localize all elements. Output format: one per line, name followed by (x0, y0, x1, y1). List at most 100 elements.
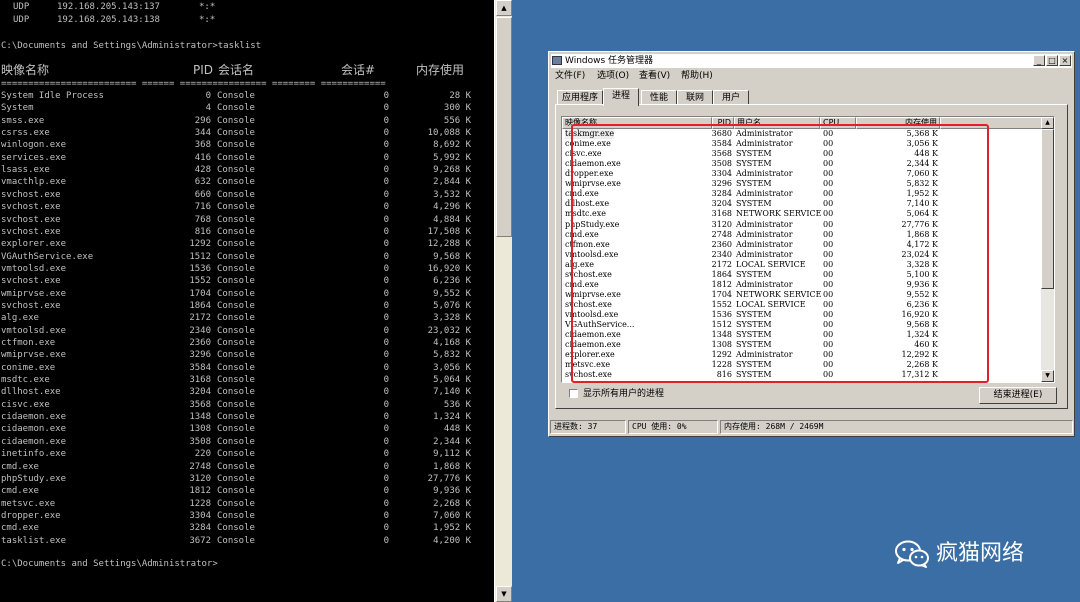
process-row[interactable]: svchost.exe 816 SYSTEM 00 17,312 K (562, 370, 1042, 380)
cell-user: NETWORK SERVICE (736, 289, 822, 299)
process-row[interactable]: cisvc.exe 3568 SYSTEM 00 448 K (562, 149, 1042, 159)
process-row[interactable]: explorer.exe 1292 Administrator 00 12,292 K (562, 350, 1042, 360)
process-row[interactable]: phpStudy.exe 3120 Administrator 00 27,776 K (562, 220, 1042, 230)
console-cell-image: winlogon.exe (1, 140, 67, 151)
column-header-mem[interactable]: 内存使用 (856, 117, 940, 129)
console-cell-mem: 9,552 K (433, 288, 471, 299)
cell-mem: 9,936 K (906, 279, 938, 289)
process-row[interactable]: dropper.exe 3304 Administrator 00 7,060 K (562, 169, 1042, 179)
console-cell-mem: 4,168 K (433, 338, 471, 348)
console-cell-mem: 9,936 K (433, 486, 471, 497)
process-row[interactable]: svchost.exe 1864 SYSTEM 00 5,100 K (562, 270, 1042, 280)
console-cell-mem: 9,568 K (433, 251, 471, 262)
list-scroll-down-arrow-icon[interactable]: ▼ (1041, 370, 1054, 382)
console-cell-mem: 5,076 K (433, 300, 471, 311)
column-header-user[interactable]: 用户名 (734, 117, 820, 129)
console-cell-session-num: 0 (383, 189, 389, 200)
process-list[interactable]: 映像名称 PID 用户名 CPU 内存使用 taskmgr.exe 3680 Adm… (561, 116, 1055, 383)
cell-pid: 3168 (711, 209, 732, 219)
process-row[interactable]: cmd.exe 2748 Administrator 00 1,868 K (562, 230, 1042, 240)
list-scroll-up-arrow-icon[interactable]: ▲ (1041, 117, 1054, 129)
console-header-row: 映像名称 PID 会话名 会话# 内存使用 (1, 62, 464, 78)
minimize-button[interactable]: _ (1033, 55, 1045, 66)
cell-cpu: 00 (823, 189, 834, 199)
process-row[interactable]: metsvc.exe 1228 SYSTEM 00 2,268 K (562, 360, 1042, 370)
cell-mem: 2,268 K (906, 360, 938, 370)
process-row[interactable]: vmtoolsd.exe 1536 SYSTEM 00 16,920 K (562, 310, 1042, 320)
maximize-button[interactable]: □ (1046, 55, 1058, 66)
console-cell-image: ctfmon.exe (1, 338, 56, 348)
process-row[interactable]: vmtoolsd.exe 2340 Administrator 00 23,024 K (562, 250, 1042, 260)
scroll-up-arrow-icon[interactable]: ▲ (496, 0, 512, 16)
console-cell-mem: 536 K (443, 399, 471, 410)
tab-processes[interactable]: 进程 (603, 88, 639, 106)
process-row[interactable]: cmd.exe 3284 Administrator 00 1,952 K (562, 189, 1042, 199)
menu-file[interactable]: 文件(F) (555, 69, 585, 83)
cell-user: Administrator (736, 249, 793, 259)
checkbox-box[interactable] (569, 389, 578, 398)
title-bar[interactable]: Windows 任务管理器 _ □ × (551, 54, 1072, 68)
process-row[interactable]: ctfmon.exe 2360 Administrator 00 4,172 K (562, 240, 1042, 250)
process-row[interactable]: alg.exe 2172 LOCAL SERVICE 00 3,328 K (562, 260, 1042, 270)
console-cell-mem: 27,776 K (427, 473, 471, 484)
process-row[interactable]: taskmgr.exe 3680 Administrator 00 5,368 K (562, 129, 1042, 139)
end-process-button[interactable]: 结束进程(E) (979, 387, 1057, 404)
process-row[interactable]: cidaemon.exe 3508 SYSTEM 00 2,344 K (562, 159, 1042, 169)
column-header-cpu[interactable]: CPU (820, 117, 856, 129)
cell-cpu: 00 (823, 209, 834, 219)
scroll-thumb[interactable] (496, 17, 512, 237)
console-cell-pid: 1228 (189, 498, 211, 509)
console-cell-mem: 8,692 K (433, 140, 471, 151)
menu-view[interactable]: 查看(V) (639, 69, 670, 83)
console-cell-session-num: 0 (383, 226, 389, 237)
console-prompt[interactable]: C:\Documents and Settings\Administrator> (1, 558, 218, 570)
process-row[interactable]: wmiprvse.exe 1704 NETWORK SERVICE 00 9,552 K (562, 290, 1042, 300)
process-list-scrollbar[interactable]: ▲ ▼ (1041, 117, 1054, 382)
cell-mem: 9,552 K (906, 289, 938, 299)
cell-cpu: 00 (823, 199, 834, 209)
process-row[interactable]: cidaemon.exe 1308 SYSTEM 00 460 K (562, 340, 1042, 350)
console-cell-session-num: 0 (383, 313, 389, 324)
menu-help[interactable]: 帮助(H) (681, 69, 713, 83)
console-cell-session-num: 0 (383, 424, 389, 435)
console-cell-mem: 300 K (443, 103, 471, 114)
tab-applications[interactable]: 应用程序 (557, 90, 603, 105)
console-cell-session-name: Console (217, 276, 255, 287)
console-cell-pid: 2340 (189, 325, 211, 336)
cell-user: SYSTEM (736, 320, 772, 329)
console-cell-pid: 1308 (189, 424, 211, 435)
tab-networking[interactable]: 联网 (677, 90, 713, 105)
column-header-image-name[interactable]: 映像名称 (562, 117, 712, 129)
console-cell-image: cidaemon.exe (1, 424, 67, 435)
menu-options[interactable]: 选项(O) (597, 69, 629, 83)
tab-performance[interactable]: 性能 (641, 90, 677, 105)
cell-cpu: 00 (823, 179, 834, 189)
console-cell-mem: 16,920 K (427, 263, 471, 274)
process-row[interactable]: msdtc.exe 3168 NETWORK SERVICE 00 5,064 K (562, 209, 1042, 219)
console-cell-session-num: 0 (383, 523, 389, 534)
console-cell-image: dropper.exe (1, 510, 61, 521)
console-cell-mem: 556 K (443, 115, 471, 126)
status-bar: 进程数: 37 CPU 使用: 0% 内存使用: 268M / 2469M (550, 420, 1073, 435)
process-row[interactable]: cidaemon.exe 1348 SYSTEM 00 1,324 K (562, 330, 1042, 340)
process-row[interactable]: cmd.exe 1812 Administrator 00 9,936 K (562, 280, 1042, 290)
console-cell-pid: 3168 (189, 375, 211, 386)
console-cell-image: System Idle Process (1, 91, 104, 101)
close-button[interactable]: × (1059, 55, 1071, 66)
process-row[interactable]: VGAuthService... 1512 SYSTEM 00 9,568 K (562, 320, 1042, 330)
process-row[interactable]: dllhost.exe 3204 SYSTEM 00 7,140 K (562, 199, 1042, 209)
console-cell-image: alg.exe (1, 313, 39, 324)
tab-users[interactable]: 用户 (713, 90, 749, 105)
cell-cpu: 00 (823, 159, 834, 169)
console-cell-session-name: Console (217, 214, 255, 225)
console-cell-pid: 368 (194, 140, 211, 151)
process-row[interactable]: svchost.exe 1552 LOCAL SERVICE 00 6,236 K (562, 300, 1042, 310)
scroll-down-arrow-icon[interactable]: ▼ (496, 586, 512, 602)
list-scroll-thumb[interactable] (1041, 129, 1054, 289)
process-row[interactable]: conime.exe 3584 Administrator 00 3,056 K (562, 139, 1042, 149)
console-scrollbar[interactable]: ▲ ▼ (494, 0, 512, 602)
console-cell-pid: 416 (194, 152, 211, 163)
column-header-pid[interactable]: PID (712, 117, 734, 129)
process-row[interactable]: wmiprvse.exe 3296 SYSTEM 00 5,832 K (562, 179, 1042, 189)
console-window[interactable]: UDP 192.168.205.143:137 *:* UDP 192.168.… (0, 0, 494, 602)
